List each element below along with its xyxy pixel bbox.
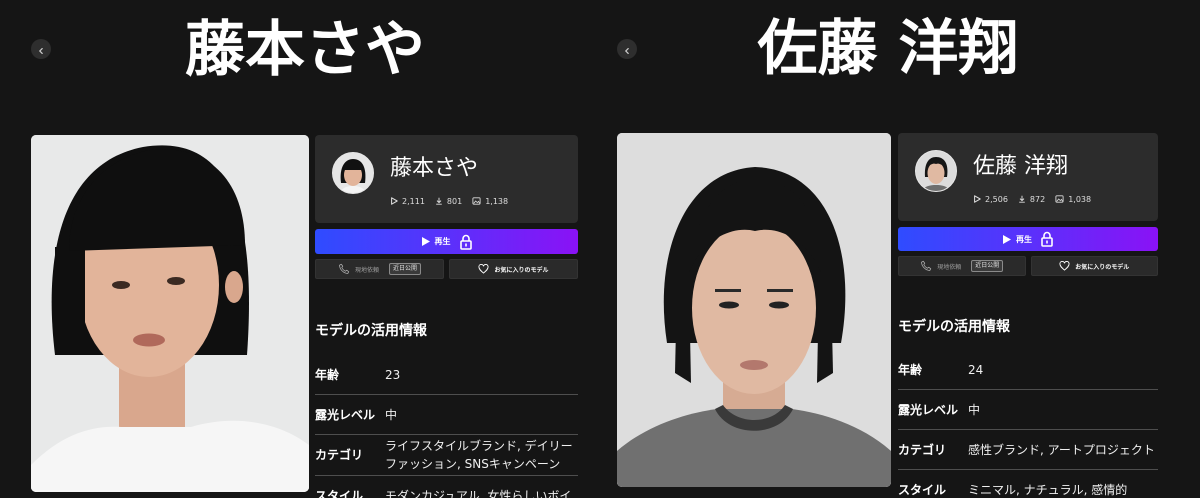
avatar <box>332 152 374 194</box>
model-name: 佐藤 洋翔 <box>973 154 1068 179</box>
favorite-button[interactable]: お気に入りのモデル <box>1030 256 1158 276</box>
image-count: 1,038 <box>1055 195 1091 204</box>
info-value: ミニマル, ナチュラル, 感情的 <box>968 483 1128 497</box>
coming-soon-badge: 近日公開 <box>971 260 1004 272</box>
stats-row: 2,111 801 1,138 <box>390 195 508 207</box>
lock-icon <box>1041 231 1053 247</box>
avatar <box>915 150 957 192</box>
download-count-value: 872 <box>1029 194 1046 204</box>
info-row-style: スタイル ミニマル, ナチュラル, 感情的 <box>898 470 1158 498</box>
info-row-exposure: 露光レベル 中 <box>315 395 578 435</box>
stats-row: 2,506 872 1,038 <box>973 193 1091 205</box>
play-icon <box>1003 234 1011 244</box>
chevron-left-icon <box>623 40 631 59</box>
favorite-label: お気に入りのモデル <box>1075 263 1130 271</box>
image-icon <box>472 197 481 205</box>
info-row-age: 年齢 23 <box>315 355 578 395</box>
info-value: 中 <box>385 407 398 422</box>
page-title: 藤本さや <box>185 15 425 85</box>
avatar-image <box>333 153 373 193</box>
profile-card: 佐藤 洋翔 2,506 872 1,038 <box>898 133 1158 221</box>
image-icon <box>1055 195 1064 203</box>
back-button[interactable] <box>617 39 637 59</box>
download-icon <box>435 197 443 205</box>
heart-icon <box>478 264 489 274</box>
lock-icon <box>459 234 472 250</box>
play-count-value: 2,506 <box>985 194 1008 204</box>
coming-soon-badge: 近日公開 <box>389 263 422 275</box>
info-label: カテゴリ <box>315 448 364 462</box>
play-icon <box>421 237 430 246</box>
info-value: 中 <box>968 402 981 417</box>
info-table: 年齢 24 露光レベル 中 カテゴリ 感性ブランド, アートプロジェクト スタイ… <box>898 350 1158 498</box>
info-label: スタイル <box>315 489 364 498</box>
favorite-label: お気に入りのモデル <box>494 266 549 274</box>
info-label: 露光レベル <box>898 402 959 417</box>
favorite-button[interactable]: お気に入りのモデル <box>449 259 578 279</box>
download-count-value: 801 <box>446 196 463 206</box>
model-photo <box>617 133 891 487</box>
onsite-request-label: 現地依頼 <box>937 263 962 271</box>
image-count-value: 1,038 <box>1068 194 1092 204</box>
info-label: カテゴリ <box>898 442 947 457</box>
download-icon <box>1018 195 1026 203</box>
model-panel-hiroto: 佐藤 洋翔 佐藤 洋翔 2,506 872 1,038 再生 現地依頼 近日公開… <box>585 0 1200 498</box>
play-label: 再生 <box>1016 234 1032 244</box>
play-count-icon <box>973 195 981 203</box>
info-label: 露光レベル <box>315 407 376 422</box>
phone-icon <box>920 260 932 272</box>
phone-icon <box>338 263 350 275</box>
info-value: 23 <box>385 367 401 382</box>
play-button[interactable]: 再生 <box>898 227 1158 251</box>
page-title: 佐藤 洋翔 <box>757 14 1019 84</box>
info-table: 年齢 23 露光レベル 中 カテゴリ ライフスタイルブランド, デイリーファッシ… <box>315 355 578 498</box>
download-count: 872 <box>1018 195 1045 204</box>
download-count: 801 <box>435 197 462 206</box>
model-name: 藤本さや <box>390 156 479 181</box>
profile-card: 藤本さや 2,111 801 1,138 <box>315 135 578 223</box>
info-row-exposure: 露光レベル 中 <box>898 390 1158 430</box>
info-label: 年齢 <box>898 362 923 377</box>
info-section-title: モデルの活用情報 <box>315 323 427 339</box>
info-row-age: 年齢 24 <box>898 350 1158 390</box>
onsite-request-button[interactable]: 現地依頼 近日公開 <box>315 259 444 279</box>
onsite-request-label: 現地依頼 <box>354 266 379 274</box>
play-count: 2,111 <box>390 197 425 206</box>
info-label: 年齢 <box>315 367 340 382</box>
info-value: ライフスタイルブランド, デイリーファッション, SNSキャンペーン <box>385 439 573 471</box>
model-photo-image <box>31 135 309 492</box>
back-button[interactable] <box>31 39 51 59</box>
info-row-style: スタイル モダンカジュアル, 女性らしいボイ <box>315 476 578 498</box>
play-count-value: 2,111 <box>402 196 425 206</box>
model-panel-sayaka: 藤本さや 藤本さや 2,111 801 1,138 再生 現地依頼 近日公開 お… <box>0 0 585 498</box>
model-photo-image <box>617 133 891 487</box>
model-photo <box>31 135 309 492</box>
play-label: 再生 <box>434 237 451 246</box>
action-buttons: 現地依頼 近日公開 お気に入りのモデル <box>315 259 578 279</box>
onsite-request-button[interactable]: 現地依頼 近日公開 <box>898 256 1026 276</box>
avatar-image <box>916 151 956 191</box>
play-count: 2,506 <box>973 195 1008 204</box>
action-buttons: 現地依頼 近日公開 お気に入りのモデル <box>898 256 1158 276</box>
info-value: 24 <box>968 362 984 377</box>
heart-icon <box>1059 261 1070 271</box>
chevron-left-icon <box>37 40 45 59</box>
info-label: スタイル <box>898 483 947 497</box>
image-count: 1,138 <box>472 197 508 206</box>
info-section-title: モデルの活用情報 <box>898 319 1010 335</box>
info-row-category: カテゴリ ライフスタイルブランド, デイリーファッション, SNSキャンペーン <box>315 435 578 476</box>
info-value: 感性ブランド, アートプロジェクト <box>968 442 1155 457</box>
play-button[interactable]: 再生 <box>315 229 578 254</box>
play-count-icon <box>390 197 398 205</box>
info-row-category: カテゴリ 感性ブランド, アートプロジェクト <box>898 430 1158 470</box>
info-value: モダンカジュアル, 女性らしいボイ <box>385 489 572 498</box>
image-count-value: 1,138 <box>485 196 509 206</box>
